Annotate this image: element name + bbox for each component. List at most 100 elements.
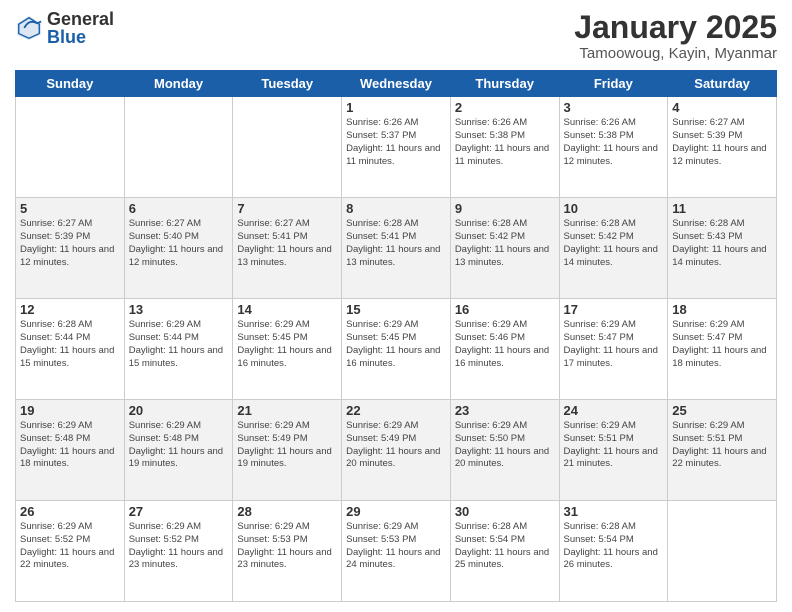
day-number: 20 (129, 403, 229, 418)
day-info: Sunrise: 6:29 AMSunset: 5:45 PMDaylight:… (237, 319, 337, 370)
sunrise-text: Sunrise: 6:26 AM (346, 117, 446, 130)
sunset-text: Sunset: 5:39 PM (672, 130, 772, 143)
daylight-text: Daylight: 11 hours and 22 minutes. (20, 547, 120, 573)
sunset-text: Sunset: 5:45 PM (237, 332, 337, 345)
day-info: Sunrise: 6:29 AMSunset: 5:50 PMDaylight:… (455, 420, 555, 471)
sunset-text: Sunset: 5:53 PM (346, 534, 446, 547)
calendar-cell-w1-d3: 8 Sunrise: 6:28 AMSunset: 5:41 PMDaylight… (342, 198, 451, 299)
daylight-text: Daylight: 11 hours and 11 minutes. (455, 143, 555, 169)
day-info: Sunrise: 6:28 AMSunset: 5:54 PMDaylight:… (455, 521, 555, 572)
sunset-text: Sunset: 5:54 PM (564, 534, 664, 547)
calendar-cell-w3-d3: 22Sunrise: 6:29 AMSunset: 5:49 PMDayligh… (342, 400, 451, 501)
calendar-cell-w0-d2 (233, 97, 342, 198)
day-info: Sunrise: 6:29 AMSunset: 5:46 PMDaylight:… (455, 319, 555, 370)
day-info: Sunrise: 6:27 AMSunset: 5:41 PMDaylight:… (237, 218, 337, 269)
sunrise-text: Sunrise: 6:29 AM (672, 319, 772, 332)
day-info: Sunrise: 6:29 AMSunset: 5:47 PMDaylight:… (564, 319, 664, 370)
day-number: 26 (20, 504, 120, 519)
sunset-text: Sunset: 5:41 PM (346, 231, 446, 244)
daylight-text: Daylight: 11 hours and 12 minutes. (564, 143, 664, 169)
calendar-cell-w0-d6: 4Sunrise: 6:27 AMSunset: 5:39 PMDaylight… (668, 97, 777, 198)
daylight-text: Daylight: 11 hours and 12 minutes. (129, 244, 229, 270)
day-info: Sunrise: 6:28 AMSunset: 5:41 PMDaylight:… (346, 218, 446, 269)
day-info: Sunrise: 6:29 AMSunset: 5:52 PMDaylight:… (20, 521, 120, 572)
day-info: Sunrise: 6:29 AMSunset: 5:51 PMDaylight:… (672, 420, 772, 471)
calendar-cell-w1-d6: 11 Sunrise: 6:28 AMSunset: 5:43 PMDayligh… (668, 198, 777, 299)
calendar-cell-w1-d2: 7Sunrise: 6:27 AMSunset: 5:41 PMDaylight… (233, 198, 342, 299)
sunrise-text: Sunrise: 6:28 AM (455, 218, 555, 231)
sunset-text: Sunset: 5:52 PM (20, 534, 120, 547)
day-info: Sunrise: 6:29 AMSunset: 5:47 PMDaylight:… (672, 319, 772, 370)
weekday-header-saturday: Saturday (668, 71, 777, 97)
sunrise-text: Sunrise: 6:28 AM (672, 218, 772, 231)
sunrise-text: Sunrise: 6:27 AM (672, 117, 772, 130)
daylight-text: Daylight: 11 hours and 14 minutes. (564, 244, 664, 270)
day-number: 30 (455, 504, 555, 519)
calendar-cell-w1-d1: 6Sunrise: 6:27 AMSunset: 5:40 PMDaylight… (124, 198, 233, 299)
sunset-text: Sunset: 5:53 PM (237, 534, 337, 547)
day-number: 25 (672, 403, 772, 418)
header: General Blue January 2025 Tamoowoug, Kay… (15, 10, 777, 62)
day-number: 29 (346, 504, 446, 519)
sunset-text: Sunset: 5:38 PM (455, 130, 555, 143)
logo-general-text: General (47, 10, 114, 28)
day-info: Sunrise: 6:29 AMSunset: 5:52 PMDaylight:… (129, 521, 229, 572)
calendar-cell-w4-d2: 28Sunrise: 6:29 AMSunset: 5:53 PMDayligh… (233, 501, 342, 602)
daylight-text: Daylight: 11 hours and 11 minutes. (346, 143, 446, 169)
sunset-text: Sunset: 5:37 PM (346, 130, 446, 143)
day-number: 27 (129, 504, 229, 519)
weekday-header-monday: Monday (124, 71, 233, 97)
week-row-3: 19Sunrise: 6:29 AMSunset: 5:48 PMDayligh… (16, 400, 777, 501)
day-info: Sunrise: 6:27 AMSunset: 5:39 PMDaylight:… (672, 117, 772, 168)
sunset-text: Sunset: 5:49 PM (346, 433, 446, 446)
day-info: Sunrise: 6:27 AMSunset: 5:40 PMDaylight:… (129, 218, 229, 269)
sunrise-text: Sunrise: 6:29 AM (237, 521, 337, 534)
sunrise-text: Sunrise: 6:27 AM (129, 218, 229, 231)
calendar-cell-w2-d2: 14 Sunrise: 6:29 AMSunset: 5:45 PMDayligh… (233, 299, 342, 400)
sunrise-text: Sunrise: 6:28 AM (346, 218, 446, 231)
day-number: 14 (237, 302, 337, 317)
day-info: Sunrise: 6:29 AMSunset: 5:49 PMDaylight:… (237, 420, 337, 471)
day-number: 16 (455, 302, 555, 317)
daylight-text: Daylight: 11 hours and 22 minutes. (672, 446, 772, 472)
title-block: January 2025 Tamoowoug, Kayin, Myanmar (574, 10, 777, 62)
calendar-cell-w0-d1 (124, 97, 233, 198)
calendar-cell-w0-d0 (16, 97, 125, 198)
sunrise-text: Sunrise: 6:29 AM (129, 319, 229, 332)
weekday-header-row: SundayMondayTuesdayWednesdayThursdayFrid… (16, 71, 777, 97)
calendar-cell-w0-d4: 2Sunrise: 6:26 AMSunset: 5:38 PMDaylight… (450, 97, 559, 198)
day-number: 12 (20, 302, 120, 317)
daylight-text: Daylight: 11 hours and 18 minutes. (672, 345, 772, 371)
day-number: 8 (346, 201, 446, 216)
day-number: 11 (672, 201, 772, 216)
week-row-0: 1Sunrise: 6:26 AMSunset: 5:37 PMDaylight… (16, 97, 777, 198)
day-number: 22 (346, 403, 446, 418)
day-info: Sunrise: 6:29 AMSunset: 5:44 PMDaylight:… (129, 319, 229, 370)
weekday-header-thursday: Thursday (450, 71, 559, 97)
sunset-text: Sunset: 5:47 PM (564, 332, 664, 345)
day-info: Sunrise: 6:28 AMSunset: 5:43 PMDaylight:… (672, 218, 772, 269)
day-info: Sunrise: 6:29 AMSunset: 5:48 PMDaylight:… (129, 420, 229, 471)
calendar-cell-w3-d6: 25 Sunrise: 6:29 AMSunset: 5:51 PMDayligh… (668, 400, 777, 501)
daylight-text: Daylight: 11 hours and 16 minutes. (237, 345, 337, 371)
calendar-cell-w2-d1: 13Sunrise: 6:29 AMSunset: 5:44 PMDayligh… (124, 299, 233, 400)
calendar-cell-w3-d5: 24Sunrise: 6:29 AMSunset: 5:51 PMDayligh… (559, 400, 668, 501)
daylight-text: Daylight: 11 hours and 15 minutes. (20, 345, 120, 371)
daylight-text: Daylight: 11 hours and 13 minutes. (346, 244, 446, 270)
sunrise-text: Sunrise: 6:28 AM (564, 521, 664, 534)
sunset-text: Sunset: 5:42 PM (455, 231, 555, 244)
daylight-text: Daylight: 11 hours and 23 minutes. (129, 547, 229, 573)
daylight-text: Daylight: 11 hours and 23 minutes. (237, 547, 337, 573)
daylight-text: Daylight: 11 hours and 21 minutes. (564, 446, 664, 472)
sunset-text: Sunset: 5:48 PM (129, 433, 229, 446)
daylight-text: Daylight: 11 hours and 18 minutes. (20, 446, 120, 472)
sunrise-text: Sunrise: 6:29 AM (455, 420, 555, 433)
calendar-cell-w0-d5: 3Sunrise: 6:26 AMSunset: 5:38 PMDaylight… (559, 97, 668, 198)
daylight-text: Daylight: 11 hours and 12 minutes. (672, 143, 772, 169)
day-number: 1 (346, 100, 446, 115)
day-number: 19 (20, 403, 120, 418)
calendar-cell-w1-d4: 9Sunrise: 6:28 AMSunset: 5:42 PMDaylight… (450, 198, 559, 299)
daylight-text: Daylight: 11 hours and 25 minutes. (455, 547, 555, 573)
sunrise-text: Sunrise: 6:29 AM (20, 420, 120, 433)
day-info: Sunrise: 6:29 AMSunset: 5:45 PMDaylight:… (346, 319, 446, 370)
